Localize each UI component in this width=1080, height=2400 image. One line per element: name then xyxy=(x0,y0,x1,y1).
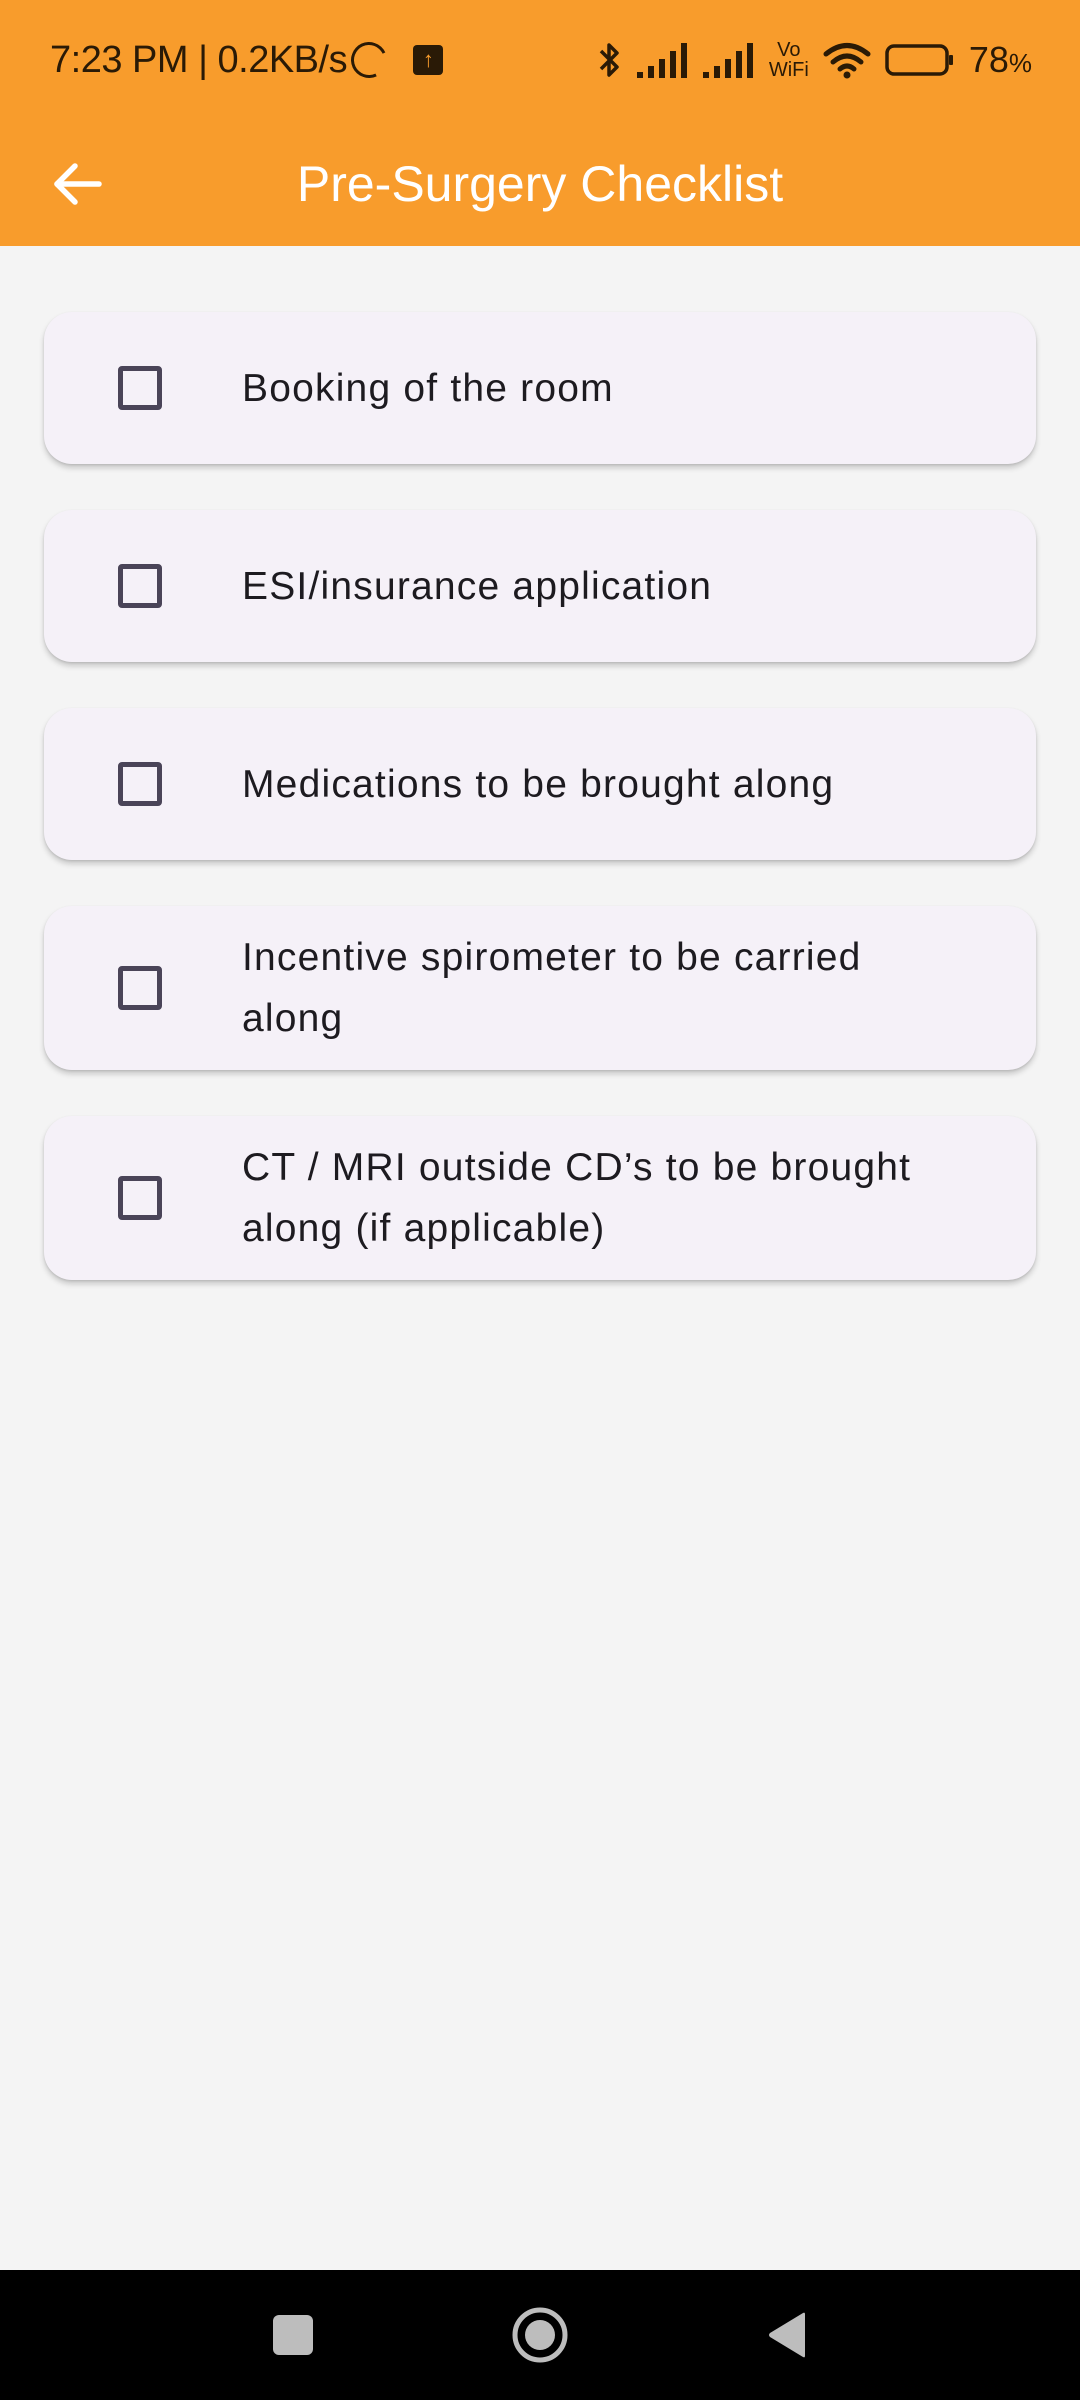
checklist-item-label: Booking of the room xyxy=(242,367,614,410)
vowifi-icon: Vo WiFi xyxy=(769,40,809,80)
checklist-item-ct-mri[interactable]: CT / MRI outside CD’s to be brought alon… xyxy=(44,1116,1036,1280)
status-time-speed: 7:23 PM | 0.2KB/s xyxy=(50,38,348,81)
status-right: Vo WiFi 78% xyxy=(597,36,1032,84)
checklist-item-label: ESI/insurance application xyxy=(242,565,713,608)
checklist-item-label: CT / MRI outside CD’s to be brought alon… xyxy=(242,1146,912,1250)
battery-unit: % xyxy=(1008,48,1032,78)
checklist-item-insurance[interactable]: ESI/insurance application xyxy=(44,510,1036,662)
recents-button[interactable] xyxy=(258,2300,328,2370)
screen: 7:23 PM | 0.2KB/s ↑ Vo WiFi 78% Pre-Surg… xyxy=(0,0,1080,2400)
header: 7:23 PM | 0.2KB/s ↑ Vo WiFi 78% Pre-Surg… xyxy=(0,0,1080,246)
vowifi-top: Vo xyxy=(777,39,801,61)
square-icon xyxy=(273,2315,313,2355)
bluetooth-icon xyxy=(599,43,619,77)
checkbox[interactable] xyxy=(118,1176,162,1220)
home-button[interactable] xyxy=(505,2300,575,2370)
battery-value: 78 xyxy=(968,39,1009,80)
signal-icon-2 xyxy=(702,43,753,78)
wifi-icon xyxy=(823,43,871,79)
page-title: Pre-Surgery Checklist xyxy=(296,156,784,212)
vowifi-bottom: WiFi xyxy=(768,59,809,81)
battery-icon xyxy=(885,44,953,76)
loading-icon xyxy=(346,36,393,84)
checklist-item-spirometer[interactable]: Incentive spirometer to be carried along xyxy=(44,906,1036,1070)
status-left: 7:23 PM | 0.2KB/s ↑ xyxy=(50,36,444,84)
checkbox[interactable] xyxy=(118,366,162,410)
circle-icon xyxy=(512,2307,568,2363)
system-back-button[interactable] xyxy=(752,2300,822,2370)
checkbox[interactable] xyxy=(118,966,162,1010)
checklist-item-label: Medications to be brought along xyxy=(242,763,835,806)
status-bar: 7:23 PM | 0.2KB/s ↑ Vo WiFi 78% xyxy=(0,0,1080,120)
triangle-back-icon xyxy=(769,2312,805,2358)
checkbox[interactable] xyxy=(118,564,162,608)
checklist-item-booking[interactable]: Booking of the room xyxy=(44,312,1036,464)
navigation-bar xyxy=(0,2270,1080,2400)
signal-icon xyxy=(636,43,687,78)
battery-level: 78% xyxy=(969,39,1032,81)
checkbox[interactable] xyxy=(118,762,162,806)
upload-notification-icon: ↑ xyxy=(413,45,444,75)
checklist-item-medications[interactable]: Medications to be brought along xyxy=(44,708,1036,860)
checklist-item-label: Incentive spirometer to be carried along xyxy=(242,936,862,1040)
app-bar: Pre-Surgery Checklist xyxy=(0,120,1080,246)
